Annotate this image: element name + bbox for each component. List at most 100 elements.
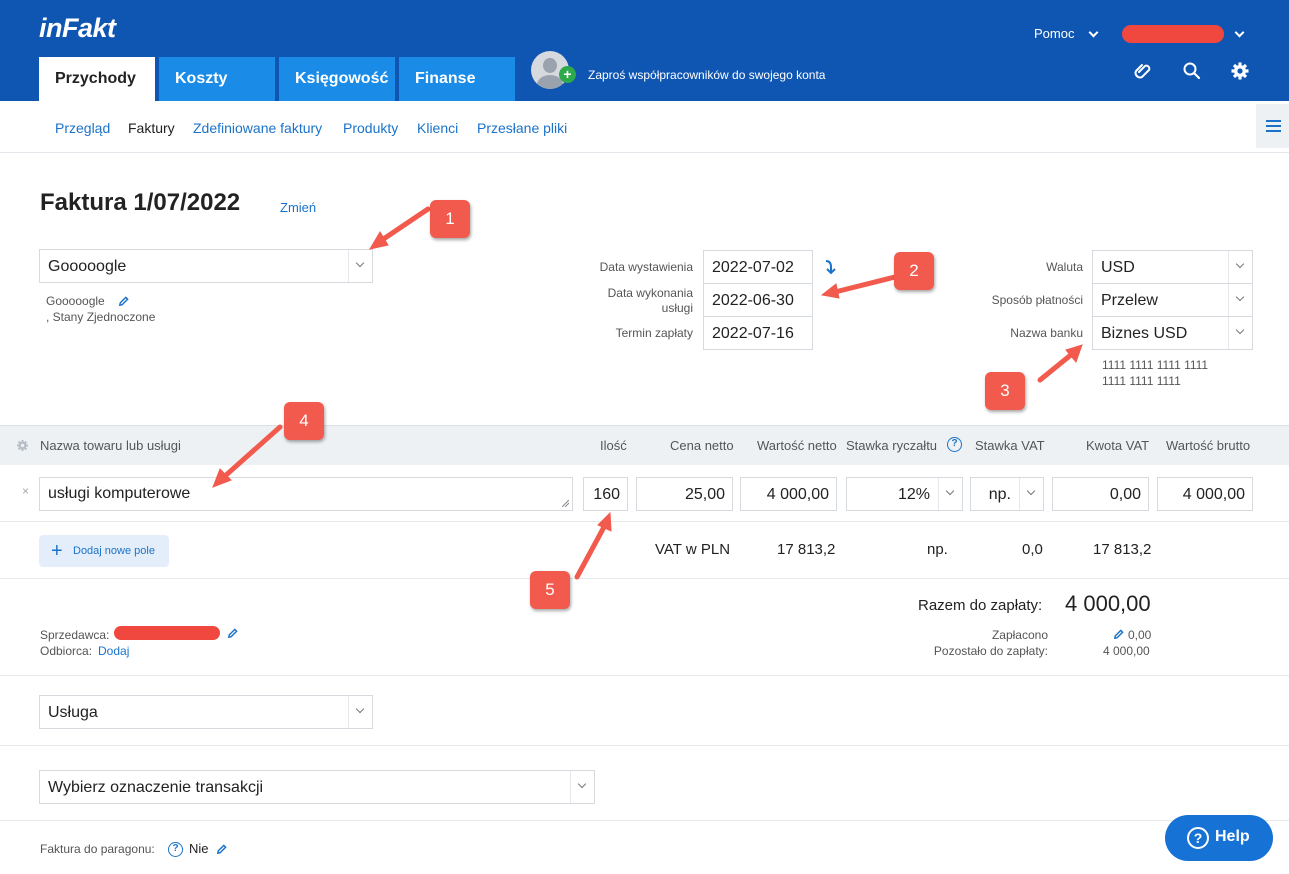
paid-label: Zapłacono	[991, 628, 1048, 642]
item-name-input[interactable]: usługi komputerowe	[39, 477, 573, 511]
subnav-faktury[interactable]: Faktury	[128, 120, 175, 136]
issue-date-label: Data wystawienia	[599, 260, 693, 274]
sale-kind-select[interactable]: Usługa	[39, 695, 373, 729]
invite-coworkers-link[interactable]: Zaproś współpracowników do swojego konta	[588, 68, 825, 82]
issue-date-input[interactable]: 2022-07-02	[703, 250, 813, 284]
gross-value-input[interactable]: 4 000,00	[1157, 477, 1253, 511]
header-vat-amount: Kwota VAT	[1086, 438, 1150, 453]
flat-rate-select[interactable]: 12%	[846, 477, 963, 511]
help-button-label: Help	[1215, 828, 1250, 845]
bank-name-label: Nazwa banku	[1010, 326, 1083, 340]
edit-seller-pencil-icon[interactable]	[227, 628, 238, 639]
help-chevron-down-icon[interactable]	[1088, 27, 1099, 38]
payment-method-select[interactable]: Przelew	[1092, 283, 1253, 317]
subnav-produkty[interactable]: Produkty	[343, 120, 398, 136]
total-due-value: 4 000,00	[1065, 591, 1151, 616]
columns-settings-gear-icon[interactable]	[16, 439, 29, 452]
chevron-down-icon	[570, 771, 594, 803]
item-name-value: usługi komputerowe	[48, 485, 191, 502]
redacted-account-name[interactable]	[1122, 25, 1224, 43]
net-price-input[interactable]: 25,00	[636, 477, 733, 511]
account-chevron-down-icon[interactable]	[1234, 27, 1245, 38]
service-date-label-line2: usługi	[661, 301, 693, 315]
net-value-input[interactable]: 4 000,00	[740, 477, 837, 511]
annotation-badge-3: 3	[985, 372, 1025, 410]
add-user-icon[interactable]: +	[559, 66, 576, 83]
header-net-value: Wartość netto	[757, 438, 837, 453]
quantity-input[interactable]: 160	[583, 477, 628, 511]
transaction-code-select[interactable]: Wybierz oznaczenie transakcji	[39, 770, 595, 804]
chevron-down-icon	[938, 478, 962, 510]
due-date-label: Termin zapłaty	[615, 326, 693, 340]
sub-navigation: Przegląd Faktury Zdefiniowane faktury Pr…	[0, 101, 1289, 153]
redacted-seller-name	[114, 626, 220, 640]
tab-finanse[interactable]: Finanse	[399, 57, 515, 101]
paperclip-icon[interactable]	[1133, 61, 1153, 81]
page-title: Faktura 1/07/2022	[40, 189, 241, 216]
edit-receipt-pencil-icon[interactable]	[216, 844, 227, 855]
plus-icon: +	[51, 540, 63, 562]
annotation-badge-1: 1	[430, 200, 470, 238]
tab-ksiegowosc[interactable]: Księgowość	[279, 57, 395, 101]
hamburger-menu-icon[interactable]	[1256, 104, 1289, 148]
currency-label: Waluta	[1046, 260, 1083, 274]
client-select[interactable]: Gooooogle	[39, 249, 373, 283]
header-net-price: Cena netto	[670, 438, 734, 453]
pln-vat-rate: np.	[927, 541, 948, 558]
seller-label: Sprzedawca:	[40, 628, 110, 642]
help-menu[interactable]: Pomoc	[1034, 26, 1074, 41]
buyer-label: Odbiorca:	[40, 644, 93, 658]
vat-rate-value: np.	[988, 486, 1011, 503]
remaining-label: Pozostało do zapłaty:	[933, 644, 1048, 658]
client-address: , Stany Zjednoczone	[46, 310, 156, 324]
edit-client-pencil-icon[interactable]	[118, 296, 129, 307]
header-item-name: Nazwa towaru lub usługi	[40, 438, 181, 453]
receipt-invoice-label: Faktura do paragonu:	[40, 842, 155, 856]
pln-vat-amount: 0,0	[1022, 541, 1043, 558]
bank-account-line2: 1111 1111 1111	[1102, 374, 1181, 388]
bank-account-line1: 1111 1111 1111 1111	[1102, 358, 1209, 372]
pln-gross-value: 17 813,2	[1093, 541, 1152, 558]
add-buyer-link[interactable]: Dodaj	[98, 644, 129, 658]
header-gross-value: Wartość brutto	[1166, 438, 1251, 453]
header-quantity: Ilość	[600, 438, 627, 453]
tab-przychody[interactable]: Przychody	[39, 57, 155, 101]
due-date-input[interactable]: 2022-07-16	[703, 316, 813, 350]
pln-net-value: 17 813,2	[777, 541, 836, 558]
chevron-down-icon	[1228, 317, 1252, 349]
annotation-badge-2: 2	[894, 252, 934, 290]
subnav-przeglad[interactable]: Przegląd	[55, 120, 110, 136]
header-vat-rate: Stawka VAT	[975, 438, 1045, 453]
bank-name-select[interactable]: Biznes USD	[1092, 316, 1253, 350]
total-due-label: Razem do zapłaty:	[918, 597, 1043, 614]
subnav-klienci[interactable]: Klienci	[417, 120, 458, 136]
divider	[0, 578, 1289, 579]
paid-value: 0,00	[1128, 628, 1152, 642]
chevron-down-icon	[1019, 478, 1043, 510]
currency-value: USD	[1101, 259, 1135, 276]
subnav-zdefiniowane-faktury[interactable]: Zdefiniowane faktury	[193, 120, 322, 136]
receipt-help-icon[interactable]: ?	[168, 842, 183, 857]
gear-icon[interactable]	[1230, 61, 1250, 81]
add-new-field-label: Dodaj nowe pole	[73, 545, 155, 557]
chevron-down-icon	[348, 696, 372, 728]
vat-rate-select[interactable]: np.	[970, 477, 1044, 511]
items-table-header: Nazwa towaru lub usługi Ilość Cena netto…	[0, 425, 1289, 465]
search-icon[interactable]	[1182, 61, 1202, 81]
add-new-field-button[interactable]: + Dodaj nowe pole	[39, 535, 169, 567]
change-invoice-number-link[interactable]: Zmień	[280, 200, 316, 215]
vat-amount-input[interactable]: 0,00	[1052, 477, 1149, 511]
edit-paid-pencil-icon[interactable]	[1113, 629, 1124, 640]
divider	[0, 675, 1289, 676]
copy-date-arrow-icon[interactable]	[822, 259, 836, 275]
subnav-przeslane-pliki[interactable]: Przesłane pliki	[477, 120, 567, 136]
currency-select[interactable]: USD	[1092, 250, 1253, 284]
flat-rate-help-icon[interactable]: ?	[947, 437, 962, 452]
resize-handle-icon[interactable]	[562, 500, 569, 507]
infakt-logo[interactable]: inFakt	[39, 13, 116, 44]
tab-koszty[interactable]: Koszty	[159, 57, 275, 101]
divider	[0, 820, 1289, 821]
help-button[interactable]: ? Help	[1165, 815, 1273, 861]
remove-row-icon[interactable]: ×	[22, 484, 29, 498]
service-date-input[interactable]: 2022-06-30	[703, 283, 813, 317]
